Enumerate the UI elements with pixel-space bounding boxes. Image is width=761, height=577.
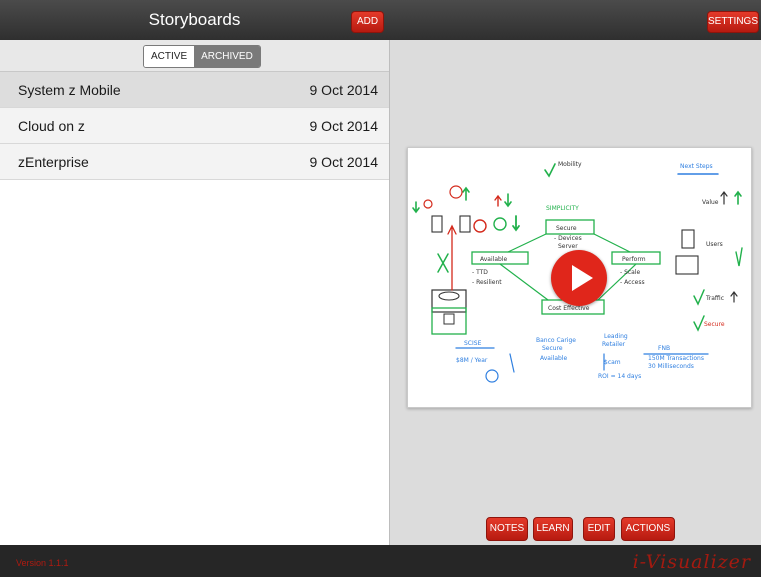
sketch-ttd: - TTD (472, 269, 488, 276)
sketch-scise: SCISE (464, 340, 482, 347)
check-mark (544, 163, 556, 178)
version-label: Version 1.1.1 (16, 558, 69, 568)
sketch-banco-available: Available (540, 355, 567, 362)
sketch-transactions: 150M Transactions (648, 355, 704, 362)
edit-button[interactable]: EDIT (583, 517, 615, 541)
storyboard-name: Cloud on z (18, 118, 85, 134)
sketch-simplicity: SIMPLICITY (546, 205, 579, 212)
sketch-server: Server (558, 243, 578, 250)
list-item[interactable]: System z Mobile 9 Oct 2014 (0, 72, 389, 108)
sketch-milliseconds: 30 Milliseconds (648, 363, 694, 370)
sketch-scale: - Scale (620, 269, 641, 276)
active-archived-toggle: ACTIVE ARCHIVED (143, 45, 261, 68)
detail-toolbar (389, 0, 761, 40)
tab-archived[interactable]: ARCHIVED (194, 46, 260, 67)
sketch-mobility: Mobility (558, 161, 582, 168)
sketch-fnb: FNB (658, 345, 670, 352)
add-button[interactable]: ADD (351, 11, 384, 33)
tab-active[interactable]: ACTIVE (144, 46, 195, 67)
sketch-leading: Leading (604, 333, 628, 340)
list-item[interactable]: Cloud on z 9 Oct 2014 (0, 108, 389, 144)
sketch-banco-secure: Secure (542, 345, 563, 352)
storyboard-preview[interactable]: Mobility Next Steps SIMPLICITY Secure - … (407, 147, 752, 408)
terminal-sketch (675, 255, 699, 275)
sketch-secure: Secure (556, 225, 577, 232)
notes-button[interactable]: NOTES (486, 517, 528, 541)
sketch-perform: Perform (622, 256, 646, 263)
learn-button[interactable]: LEARN (533, 517, 573, 541)
storyboard-name: zEnterprise (18, 154, 89, 170)
sketch-traffic: Traffic (705, 295, 724, 302)
filter-bar: ACTIVE ARCHIVED (0, 40, 389, 72)
storyboard-date: 9 Oct 2014 (309, 118, 379, 134)
x-mark (437, 253, 449, 273)
phone-sketch (431, 215, 443, 233)
storage-sketch (431, 289, 467, 313)
sketch-retailer: Retailer (602, 341, 626, 348)
page-title: Storyboards (148, 10, 241, 29)
sketch-resilient: - Resilient (472, 279, 502, 286)
sketch-dollar: $cam (604, 359, 621, 366)
sketch-cost-effective: Cost Effective (548, 305, 590, 312)
play-button[interactable] (551, 250, 607, 306)
arrow-up (447, 224, 457, 291)
play-icon (572, 265, 593, 291)
sketch-per-year: $8M / Year (456, 357, 488, 364)
sketch-access: - Access (620, 279, 645, 286)
sketch-value: Value (702, 199, 719, 206)
sketch-devices: - Devices (554, 235, 582, 242)
brand-logo: i-Visualizer (632, 551, 751, 573)
storyboard-date: 9 Oct 2014 (309, 82, 379, 98)
actions-button[interactable]: ACTIONS (621, 517, 675, 541)
empty-list-area (0, 180, 389, 545)
sketch-banco: Banco Carige (536, 337, 576, 344)
sketch-roi: ROI = 14 days (598, 373, 641, 380)
sketch-secure-q: Secure (704, 321, 725, 328)
settings-button[interactable]: SETTINGS (707, 11, 759, 33)
smiley-sketch (485, 369, 499, 383)
storyboard-name: System z Mobile (18, 82, 121, 98)
sketch-next-steps: Next Steps (680, 163, 713, 170)
sketch-users: Users (706, 241, 723, 248)
list-item[interactable]: zEnterprise 9 Oct 2014 (0, 144, 389, 180)
tablet-sketch (681, 229, 695, 249)
storyboard-date: 9 Oct 2014 (309, 154, 379, 170)
sketch-available: Available (480, 256, 507, 263)
